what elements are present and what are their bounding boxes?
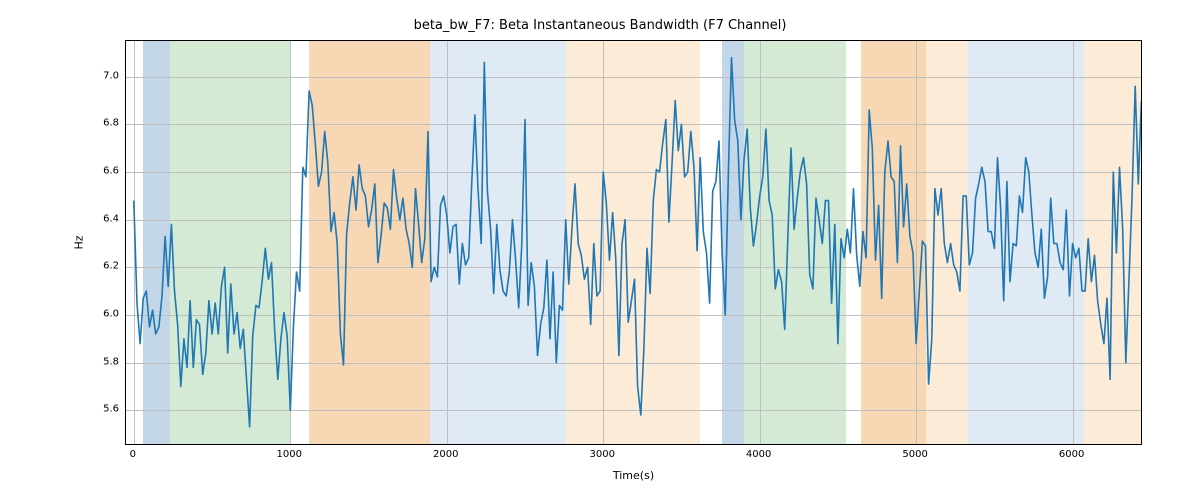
y-tick-label: 5.8 <box>91 356 119 367</box>
x-tick-label: 1000 <box>277 449 302 460</box>
x-tick-label: 2000 <box>433 449 458 460</box>
y-tick-label: 7.0 <box>91 70 119 81</box>
figure: beta_bw_F7: Beta Instantaneous Bandwidth… <box>0 0 1200 500</box>
x-tick-label: 0 <box>130 449 136 460</box>
y-tick-label: 6.0 <box>91 308 119 319</box>
x-tick-label: 6000 <box>1059 449 1084 460</box>
y-axis-label: Hz <box>72 40 86 445</box>
y-tick-label: 6.8 <box>91 118 119 129</box>
x-axis-label: Time(s) <box>125 469 1142 482</box>
y-tick-label: 5.6 <box>91 404 119 415</box>
y-tick-label: 6.6 <box>91 166 119 177</box>
chart-title: beta_bw_F7: Beta Instantaneous Bandwidth… <box>0 18 1200 33</box>
y-tick-label: 6.4 <box>91 213 119 224</box>
y-tick-label: 6.2 <box>91 261 119 272</box>
series-line <box>134 58 1142 427</box>
x-tick-label: 5000 <box>902 449 927 460</box>
plot-area <box>125 40 1142 445</box>
line-series <box>126 41 1142 445</box>
x-tick-label: 4000 <box>746 449 771 460</box>
x-tick-label: 3000 <box>589 449 614 460</box>
